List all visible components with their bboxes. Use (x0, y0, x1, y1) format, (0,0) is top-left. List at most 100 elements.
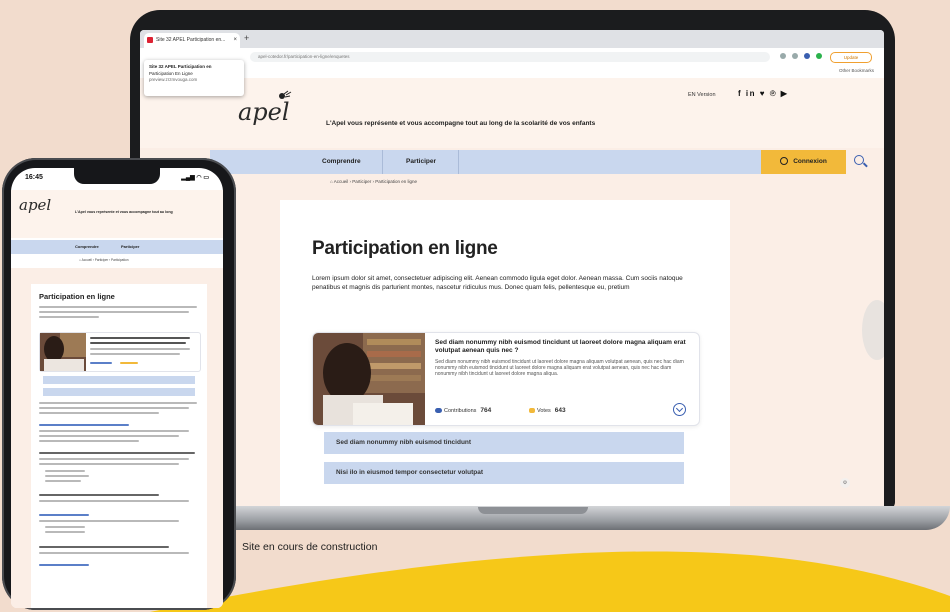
text-line (39, 564, 89, 566)
text-line (39, 311, 189, 313)
connexion-button[interactable]: Connexion (761, 150, 846, 174)
text-line (39, 430, 189, 432)
student-photo (313, 333, 425, 425)
text-line (45, 480, 81, 482)
browser-tab-title: Site 32 APEL Participation en... (156, 37, 226, 43)
text-line (39, 546, 169, 548)
mobile-tagline: L'Apel vous représente et vous accompagn… (75, 210, 173, 214)
website: apel L'Apel vous représente et vous acco… (140, 78, 884, 508)
consultation-title[interactable]: Sed diam nonummy nibh euismod tincidunt … (435, 339, 691, 355)
close-tab-icon[interactable]: × (233, 33, 237, 48)
votes-label: Votes (537, 408, 551, 414)
bird-icon (279, 90, 292, 99)
mobile-nav: Comprendre Participer (11, 240, 223, 254)
browser-toolbar: apel-cotedor.fr/participation-en-ligne/e… (140, 48, 884, 67)
address-bar[interactable]: apel-cotedor.fr/participation-en-ligne/e… (250, 52, 770, 62)
text-line (45, 526, 85, 528)
new-tab-button[interactable]: + (244, 33, 249, 43)
user-icon (780, 157, 789, 166)
text-line (39, 494, 159, 496)
caption: Site en cours de construction (242, 541, 378, 553)
status-time: 16:45 (25, 174, 43, 181)
comment-bubble-icon (435, 408, 442, 414)
nav-divider (458, 150, 459, 174)
contributions-count: Contributions 764 (435, 407, 491, 414)
text-line (90, 353, 180, 355)
text-line (45, 531, 85, 533)
text-line (39, 552, 189, 554)
nav-comprendre[interactable]: Comprendre (75, 244, 99, 249)
chevron-down-icon[interactable] (673, 403, 686, 416)
nav-divider (382, 150, 383, 174)
text-line (39, 435, 179, 437)
phone-screen: 16:45 ▂▄▆ ◠ ▭ apel L'Apel vous représent… (11, 168, 223, 608)
thumbs-up-icon (529, 408, 535, 414)
profile-icon[interactable] (816, 53, 822, 59)
text-line (39, 514, 89, 516)
breadcrumb[interactable]: ⌂ Accueil › Participer › Participation (79, 258, 129, 262)
apel-logo[interactable]: apel (19, 196, 51, 214)
phone-notch (74, 168, 160, 184)
sub-question[interactable]: Sed diam nonummy nibh euismod tincidunt (324, 432, 684, 454)
text-line (39, 306, 197, 308)
laptop-notch (478, 507, 588, 514)
text-line (39, 402, 197, 404)
main-nav: Comprendre Participer Connexion (210, 150, 864, 174)
social-icons[interactable]: f in ♥ ℗ ▶ (738, 89, 788, 98)
consultation-card[interactable] (39, 332, 201, 372)
text-line (90, 337, 190, 339)
contributions-value: 764 (480, 407, 492, 414)
extension-icon[interactable] (780, 53, 786, 59)
text-line (45, 475, 89, 477)
page-title: Participation en ligne (312, 238, 498, 259)
search-icon[interactable] (854, 155, 864, 165)
page-title: Participation en ligne (39, 292, 115, 301)
side-panel-handle[interactable] (862, 300, 884, 360)
text-line (39, 407, 189, 409)
browser-tab-strip: Site 32 APEL Participation en... × + (140, 30, 884, 48)
votes-count: Votes 643 (529, 407, 566, 414)
browser-tab[interactable]: Site 32 APEL Participation en... × (144, 33, 240, 48)
language-link[interactable]: EN Version (688, 92, 716, 98)
text-line (90, 348, 190, 350)
content-card: Participation en ligne Lorem ipsum dolor… (280, 200, 730, 508)
text-line (39, 440, 139, 442)
nav-comprendre[interactable]: Comprendre (322, 158, 361, 165)
site-tagline: L'Apel vous représente et vous accompagn… (326, 120, 596, 127)
text-line (45, 470, 85, 472)
text-line (39, 500, 189, 502)
apel-logo[interactable]: apel (238, 98, 290, 126)
intro-text: Lorem ipsum dolor sit amet, consectetuer… (312, 275, 683, 291)
text-line (39, 316, 99, 318)
text-line (39, 424, 129, 426)
connexion-label: Connexion (793, 158, 827, 165)
extension-icon[interactable] (792, 53, 798, 59)
contributions-label: Contributions (444, 408, 477, 414)
text-line (90, 342, 186, 344)
laptop-screen: Site 32 APEL Participation en... × + ape… (140, 30, 884, 508)
settings-icon[interactable]: ⚙ (840, 478, 850, 488)
text-line (39, 452, 195, 454)
consultation-description: Sed diam nonummy nibh euismod tincidunt … (435, 359, 684, 377)
sub-question[interactable]: Nisi ilo in eiusmod tempor consectetur v… (324, 462, 684, 484)
consultation-card[interactable]: Sed diam nonummy nibh euismod tincidunt … (312, 332, 700, 426)
sub-question[interactable] (43, 376, 195, 384)
sub-question[interactable] (43, 388, 195, 396)
text-line (39, 412, 159, 414)
text-line (39, 520, 179, 522)
tab-tooltip: Site 32 APEL Participation en Participat… (144, 60, 244, 96)
text-line (90, 362, 112, 364)
breadcrumb[interactable]: ⌂ Accueil › Participer › Participation e… (330, 179, 417, 184)
tooltip-line: preview.zrzmvouga.com (149, 77, 198, 82)
nav-participer[interactable]: Participer (121, 244, 139, 249)
bookmarks-bar: Other Bookmarks (140, 66, 884, 78)
status-icons: ▂▄▆ ◠ ▭ (181, 175, 209, 181)
site-header: apel L'Apel vous représente et vous acco… (140, 78, 884, 148)
votes-value: 643 (554, 407, 566, 414)
other-bookmarks[interactable]: Other Bookmarks (839, 68, 874, 73)
update-button[interactable]: Update (830, 52, 872, 63)
extension-icon[interactable] (804, 53, 810, 59)
text-line (39, 463, 179, 465)
mobile-content-card: Participation en ligne (31, 284, 207, 608)
nav-participer[interactable]: Participer (406, 158, 436, 165)
